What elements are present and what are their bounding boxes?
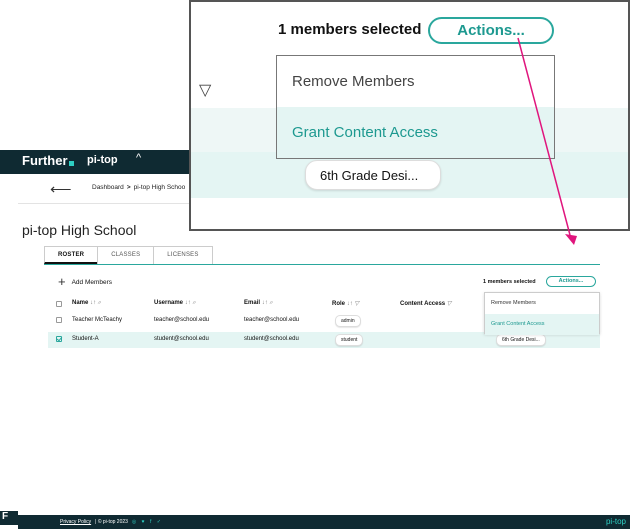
row-checkbox[interactable] (56, 317, 62, 323)
add-members-label: Add Members (71, 278, 113, 286)
menu-item-grant-content-access[interactable]: Grant Content Access (485, 314, 599, 335)
breadcrumb-current[interactable]: pi-top High Schoo (134, 184, 186, 191)
cell-username: teacher@school.edu (154, 317, 210, 323)
role-badge: admin (335, 315, 361, 327)
product-switcher[interactable]: pi-top (87, 154, 118, 166)
zoom-callout: ▽ 1 members selected Actions... Remove M… (189, 0, 630, 231)
breadcrumb: Dashboard > pi-top High Schoo (92, 184, 185, 191)
brand-dot-icon (68, 161, 74, 166)
tab-bar: ROSTER CLASSES LICENSES (44, 246, 213, 264)
zoom-actions-button[interactable]: Actions... (428, 17, 554, 44)
cell-name: Teacher McTeachy (72, 317, 123, 323)
page-title: pi-top High School (22, 222, 137, 238)
sort-icon: ↓↑ ⌕ (90, 300, 102, 306)
zoom-content-access-badge: 6th Grade Desi... (305, 160, 441, 190)
menu-item-remove-members[interactable]: Remove Members (485, 293, 599, 314)
further-logo[interactable]: Further (22, 153, 74, 168)
sort-icon: ↓↑ ⌕ (261, 300, 273, 306)
row-checkbox[interactable] (56, 336, 62, 342)
content-access-badge: 6th Grade Desi... (496, 334, 546, 346)
pi-top-footer-logo: pi-top (605, 517, 626, 526)
plus-icon: + (58, 274, 66, 289)
selection-count: 1 members selected (483, 279, 536, 285)
cell-username: student@school.edu (154, 336, 209, 342)
add-members-button[interactable]: + Add Members (58, 274, 113, 289)
cell-name: Student-A (72, 336, 99, 342)
footer-f-logo: F (0, 511, 18, 525)
breadcrumb-separator: > (126, 184, 131, 191)
tab-roster[interactable]: ROSTER (44, 246, 99, 264)
breadcrumb-dashboard-link[interactable]: Dashboard (92, 184, 124, 191)
column-header-content-access[interactable]: Content Access ▽ (400, 300, 451, 307)
cell-email: student@school.edu (244, 336, 299, 342)
column-header-role[interactable]: Role ↓↑ ▽ (332, 300, 359, 307)
back-arrow-icon[interactable]: ⟵ (50, 180, 72, 198)
zoom-selection-count: 1 members selected (278, 21, 422, 38)
privacy-policy-link[interactable]: Privacy Policy (60, 519, 91, 525)
actions-button[interactable]: Actions... (546, 276, 596, 287)
sort-icon: ↓↑ ⌕ (184, 300, 196, 306)
column-header-email[interactable]: Email ↓↑ ⌕ (244, 300, 273, 307)
tab-licenses[interactable]: LICENSES (153, 246, 213, 264)
brand-name: Further (22, 153, 68, 168)
footer: Privacy Policy | © pi-top 2023 ◎ ♥ f ✓ pi-… (18, 515, 630, 529)
footer-links: Privacy Policy | © pi-top 2023 ◎ ♥ f ✓ (60, 519, 163, 525)
role-badge: student (335, 334, 364, 346)
social-icons[interactable]: ◎ ♥ f ✓ (132, 519, 163, 525)
sort-filter-icon: ↓↑ ▽ (346, 301, 359, 307)
filter-icon: ▽ (446, 301, 452, 307)
topbar-left-extension (0, 150, 18, 174)
actions-dropdown-menu: Remove Members Grant Content Access (484, 292, 600, 335)
zoom-actions-menu: Remove Members Grant Content Access (276, 55, 555, 159)
filter-icon: ▽ (199, 82, 212, 99)
copyright-text: | © pi-top 2023 (95, 519, 128, 525)
column-header-username[interactable]: Username ↓↑ ⌕ (154, 300, 196, 307)
chevron-up-icon[interactable]: ^ (136, 152, 141, 164)
tab-classes[interactable]: CLASSES (97, 246, 155, 264)
zoom-menu-item-remove-members[interactable]: Remove Members (277, 56, 554, 107)
zoom-menu-item-grant-content-access[interactable]: Grant Content Access (277, 107, 554, 158)
cell-email: teacher@school.edu (244, 317, 300, 323)
column-header-name[interactable]: Name ↓↑ ⌕ (72, 300, 101, 307)
tab-underline (44, 264, 600, 265)
select-all-checkbox[interactable] (56, 301, 62, 307)
